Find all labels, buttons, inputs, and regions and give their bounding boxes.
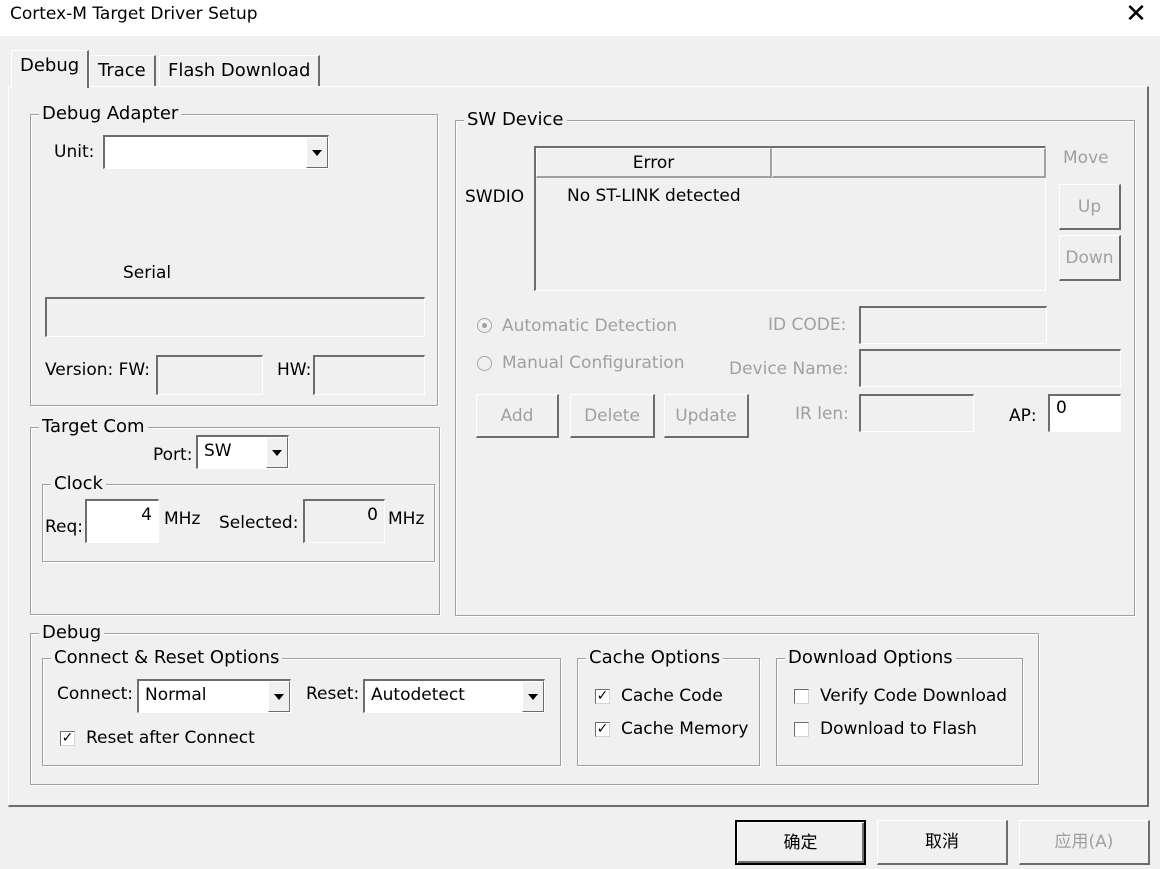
selected-field: 0: [303, 499, 385, 543]
version-fw-label: Version: FW:: [45, 360, 150, 380]
move-label: Move: [1063, 148, 1109, 168]
tab-debug[interactable]: Debug: [11, 50, 90, 88]
chevron-down-icon[interactable]: [306, 137, 328, 168]
automatic-detection-label: Automatic Detection: [502, 316, 678, 336]
download-to-flash-checkbox[interactable]: [794, 722, 809, 737]
move-up-button[interactable]: Up: [1059, 184, 1121, 230]
cache-memory-checkbox[interactable]: ✓: [595, 722, 610, 737]
list-item[interactable]: No ST-LINK detected: [567, 186, 741, 206]
tab-flash-download[interactable]: Flash Download: [159, 55, 321, 87]
chevron-down-icon[interactable]: [266, 437, 288, 468]
device-name-field: [859, 349, 1121, 387]
connect-label: Connect:: [57, 684, 134, 704]
device-name-label: Device Name:: [729, 359, 849, 379]
verify-code-download-label: Verify Code Download: [820, 686, 1008, 706]
column-header-error[interactable]: Error: [536, 148, 772, 178]
apply-button[interactable]: 应用(A): [1019, 820, 1150, 865]
move-down-button[interactable]: Down: [1059, 235, 1121, 281]
ap-label: AP:: [1009, 406, 1037, 426]
window-title: Cortex-M Target Driver Setup: [10, 4, 258, 24]
unit-label: Unit:: [54, 142, 95, 162]
unit-dropdown[interactable]: [103, 135, 329, 169]
reset-after-connect-label: Reset after Connect: [86, 728, 255, 748]
verify-code-download-checkbox[interactable]: [794, 689, 809, 704]
irlen-field: [859, 394, 974, 432]
sw-device-legend: SW Device: [464, 109, 567, 131]
idcode-label: ID CODE:: [768, 315, 847, 335]
reset-label: Reset:: [306, 684, 360, 704]
req-label: Req:: [45, 517, 84, 537]
close-icon[interactable]: ✕: [1121, 0, 1151, 28]
idcode-field: [859, 306, 1047, 344]
connect-dropdown[interactable]: Normal: [137, 679, 291, 713]
ap-input[interactable]: 0: [1048, 394, 1121, 432]
clock-legend: Clock: [51, 473, 106, 495]
ap-value: 0: [1056, 398, 1067, 418]
swdio-label: SWDIO: [465, 187, 525, 207]
reset-value: Autodetect: [371, 685, 465, 705]
cache-code-label: Cache Code: [621, 686, 723, 706]
cache-options-legend: Cache Options: [586, 647, 724, 669]
selected-value: 0: [367, 505, 378, 525]
req-input[interactable]: 4: [85, 499, 159, 543]
selected-unit: MHz: [388, 509, 425, 529]
delete-button[interactable]: Delete: [570, 394, 655, 438]
download-options-legend: Download Options: [785, 647, 956, 669]
cancel-button[interactable]: 取消: [877, 820, 1008, 865]
port-label: Port:: [153, 445, 193, 465]
debug-legend: Debug: [39, 622, 105, 644]
download-options-group: Download Options: [776, 647, 1023, 766]
ok-button[interactable]: 确定: [735, 820, 866, 865]
debug-adapter-legend: Debug Adapter: [39, 103, 182, 125]
target-com-legend: Target Com: [39, 416, 148, 438]
manual-configuration-radio[interactable]: [477, 356, 492, 371]
cache-options-group: Cache Options: [577, 647, 760, 766]
column-header-blank[interactable]: [772, 148, 1046, 178]
serial-label: Serial: [123, 263, 172, 283]
fw-field: [156, 355, 263, 395]
chevron-down-icon[interactable]: [268, 681, 290, 712]
manual-configuration-label: Manual Configuration: [502, 353, 685, 373]
cache-memory-label: Cache Memory: [621, 719, 749, 739]
hw-label: HW:: [277, 360, 312, 380]
port-dropdown[interactable]: SW: [196, 435, 289, 469]
download-to-flash-label: Download to Flash: [820, 719, 977, 739]
cache-code-checkbox[interactable]: ✓: [595, 689, 610, 704]
req-value: 4: [141, 505, 152, 525]
automatic-detection-radio[interactable]: [477, 318, 492, 333]
hw-field: [313, 355, 425, 395]
add-button[interactable]: Add: [476, 394, 559, 438]
req-unit: MHz: [164, 509, 201, 529]
irlen-label: IR len:: [795, 404, 849, 424]
selected-label: Selected:: [219, 513, 299, 533]
title-bar: Cortex-M Target Driver Setup ✕: [0, 0, 1160, 36]
tab-trace[interactable]: Trace: [89, 55, 156, 87]
connect-value: Normal: [145, 685, 207, 705]
reset-after-connect-checkbox[interactable]: ✓: [60, 731, 75, 746]
connect-reset-legend: Connect & Reset Options: [51, 647, 283, 669]
update-button[interactable]: Update: [664, 394, 749, 438]
reset-dropdown[interactable]: Autodetect: [363, 679, 545, 713]
device-list[interactable]: Error No ST-LINK detected: [534, 146, 1046, 291]
port-value: SW: [204, 441, 232, 461]
serial-field: [45, 297, 425, 337]
chevron-down-icon[interactable]: [522, 681, 544, 712]
